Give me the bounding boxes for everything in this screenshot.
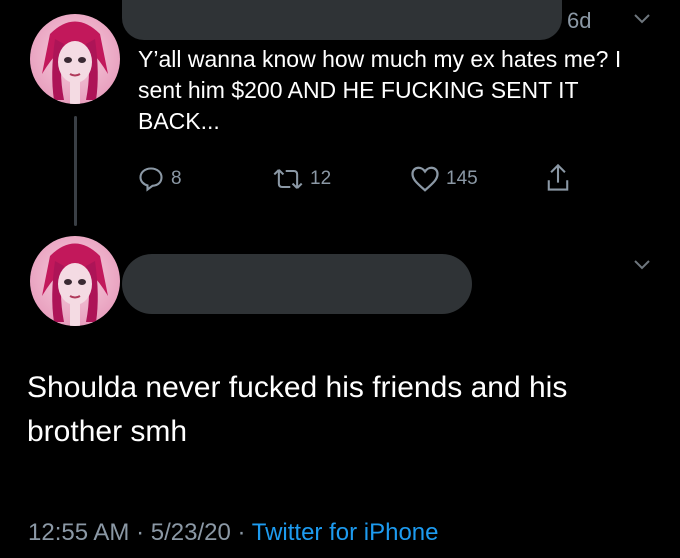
chevron-down-icon[interactable] xyxy=(632,8,652,33)
thread-connector-line xyxy=(74,116,77,226)
share-icon xyxy=(547,163,569,191)
retweet-icon xyxy=(273,169,303,189)
tweet-text: Shoulda never fucked his friends and his… xyxy=(27,371,568,448)
reply-icon xyxy=(139,167,163,192)
tweet-timestamp[interactable]: 12:55 AM xyxy=(28,519,129,546)
like-icon xyxy=(411,166,439,192)
meta-separator: · xyxy=(237,519,246,546)
avatar[interactable] xyxy=(30,236,120,326)
redacted-username xyxy=(122,254,472,314)
like-count: 145 xyxy=(446,168,478,189)
like-button[interactable]: 145 xyxy=(410,165,478,193)
avatar-image xyxy=(42,21,108,104)
tweet-metadata: 12:55 AM · 5/23/20 · Twitter for iPhone xyxy=(28,519,438,547)
redacted-username xyxy=(122,0,562,40)
chevron-down-icon[interactable] xyxy=(632,254,652,279)
tweet-text: Y’all wanna know how much my ex hates me… xyxy=(138,46,622,134)
retweet-count: 12 xyxy=(310,168,332,189)
tweet-source-link[interactable]: Twitter for iPhone xyxy=(252,519,439,546)
reply-count: 8 xyxy=(171,168,182,189)
reply-button[interactable]: 8 xyxy=(137,165,182,193)
share-button[interactable] xyxy=(545,163,571,193)
meta-separator: · xyxy=(136,519,145,546)
avatar-image xyxy=(42,243,108,326)
retweet-button[interactable]: 12 xyxy=(272,165,331,193)
tweet-date[interactable]: 5/23/20 xyxy=(151,519,231,546)
tweet-time[interactable]: 6d xyxy=(567,8,591,34)
avatar[interactable] xyxy=(30,14,120,104)
